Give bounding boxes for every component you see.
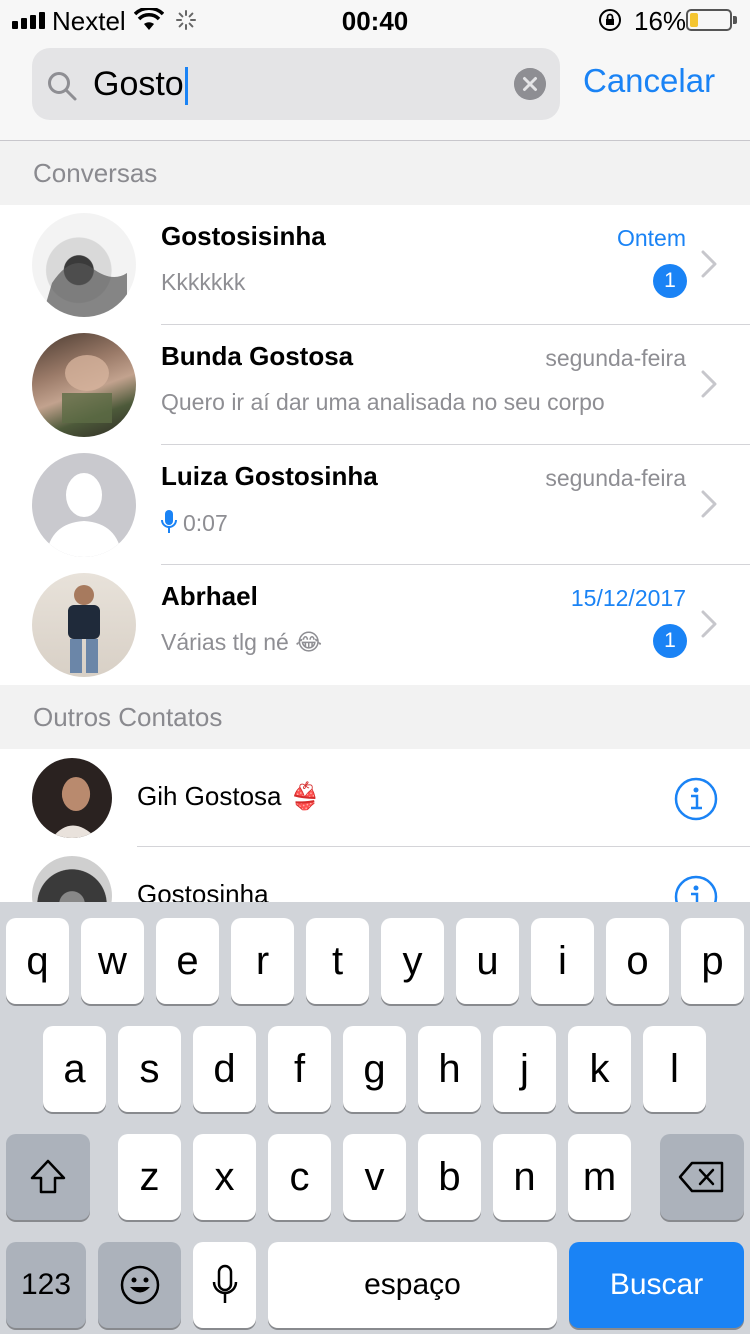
key-l[interactable]: l xyxy=(643,1026,706,1112)
key-e[interactable]: e xyxy=(156,918,219,1004)
chat-time: segunda-feira xyxy=(545,465,686,491)
key-q[interactable]: q xyxy=(6,918,69,1004)
voice-duration: 0:07 xyxy=(183,510,228,536)
key-k[interactable]: k xyxy=(568,1026,631,1112)
chat-row[interactable]: Luiza Gostosinha segunda-feira 0:07 xyxy=(0,445,750,565)
search-icon xyxy=(48,72,77,101)
key-b[interactable]: b xyxy=(418,1134,481,1220)
key-g[interactable]: g xyxy=(343,1026,406,1112)
section-header-chats: Conversas xyxy=(0,141,750,205)
key-p[interactable]: p xyxy=(681,918,744,1004)
battery-icon xyxy=(686,9,737,31)
chat-row[interactable]: Bunda Gostosa segunda-feira Quero ir aí … xyxy=(0,325,750,445)
key-t[interactable]: t xyxy=(306,918,369,1004)
chevron-right-icon xyxy=(701,490,717,518)
cancel-button[interactable]: Cancelar xyxy=(583,62,715,100)
chat-preview: 0:07 xyxy=(161,509,228,537)
avatar xyxy=(32,758,112,838)
chat-preview: Kkkkkkk xyxy=(161,269,246,295)
microphone-icon xyxy=(212,1264,237,1303)
unread-badge: 1 xyxy=(653,264,687,298)
chat-preview: Várias tlg né 😂 xyxy=(161,629,323,655)
chat-name: Gostosisinha xyxy=(161,221,326,251)
emoji-key[interactable] xyxy=(98,1242,181,1328)
key-i[interactable]: i xyxy=(531,918,594,1004)
chat-name: Bunda Gostosa xyxy=(161,341,354,371)
backspace-icon xyxy=(678,1161,724,1193)
key-n[interactable]: n xyxy=(493,1134,556,1220)
unread-badge: 1 xyxy=(653,624,687,658)
key-o[interactable]: o xyxy=(606,918,669,1004)
status-bar: Nextel 00:40 16% xyxy=(0,0,750,40)
avatar xyxy=(32,333,136,437)
shift-icon xyxy=(30,1159,66,1194)
chat-row[interactable]: Gostosisinha Ontem Kkkkkkk 1 xyxy=(0,205,750,325)
search-input[interactable]: Gosto xyxy=(32,48,560,120)
chat-name: Luiza Gostosinha xyxy=(161,461,378,491)
chat-time: 15/12/2017 xyxy=(570,585,686,611)
chevron-right-icon xyxy=(701,250,717,278)
key-y[interactable]: y xyxy=(381,918,444,1004)
chat-preview: Quero ir aí dar uma analisada no seu cor… xyxy=(161,389,605,415)
chat-row[interactable]: Abrhael 15/12/2017 Várias tlg né 😂 1 xyxy=(0,565,750,685)
key-d[interactable]: d xyxy=(193,1026,256,1112)
section-header-contacts: Outros Contatos xyxy=(0,685,750,749)
battery-percent: 16% xyxy=(634,6,687,36)
backspace-key[interactable] xyxy=(660,1134,744,1220)
key-v[interactable]: v xyxy=(343,1134,406,1220)
key-u[interactable]: u xyxy=(456,918,519,1004)
key-z[interactable]: z xyxy=(118,1134,181,1220)
contact-name: Gih Gostosa 👙 xyxy=(137,781,322,811)
key-c[interactable]: c xyxy=(268,1134,331,1220)
key-w[interactable]: w xyxy=(81,918,144,1004)
text-caret xyxy=(184,67,188,106)
contact-row[interactable]: Gih Gostosa 👙 xyxy=(0,749,750,847)
key-m[interactable]: m xyxy=(568,1134,631,1220)
key-h[interactable]: h xyxy=(418,1026,481,1112)
key-f[interactable]: f xyxy=(268,1026,331,1112)
key-x[interactable]: x xyxy=(193,1134,256,1220)
chevron-right-icon xyxy=(701,610,717,638)
key-j[interactable]: j xyxy=(493,1026,556,1112)
numbers-key[interactable]: 123 xyxy=(6,1242,86,1328)
search-query: Gosto xyxy=(93,64,188,106)
section-title: Conversas xyxy=(33,158,158,188)
key-a[interactable]: a xyxy=(43,1026,106,1112)
avatar-placeholder-icon xyxy=(32,453,136,557)
microphone-icon xyxy=(161,510,177,533)
avatar xyxy=(32,213,136,317)
key-s[interactable]: s xyxy=(118,1026,181,1112)
section-title: Outros Contatos xyxy=(33,702,223,732)
space-key[interactable]: espaço xyxy=(268,1242,557,1328)
info-icon[interactable] xyxy=(674,777,718,821)
chevron-right-icon xyxy=(701,370,717,398)
shift-key[interactable] xyxy=(6,1134,90,1220)
chat-time: Ontem xyxy=(616,225,686,251)
search-header: Gosto Cancelar xyxy=(0,40,750,141)
keyboard: q w e r t y u i o p a s d f g h j k l z … xyxy=(0,902,750,1334)
avatar xyxy=(32,573,136,677)
chat-name: Abrhael xyxy=(161,581,258,611)
orientation-lock-icon xyxy=(599,9,621,31)
search-key[interactable]: Buscar xyxy=(569,1242,744,1328)
dictation-key[interactable] xyxy=(193,1242,256,1328)
chat-time: segunda-feira xyxy=(545,345,686,371)
key-r[interactable]: r xyxy=(231,918,294,1004)
emoji-icon xyxy=(120,1265,159,1305)
clear-search-icon[interactable] xyxy=(514,68,546,100)
